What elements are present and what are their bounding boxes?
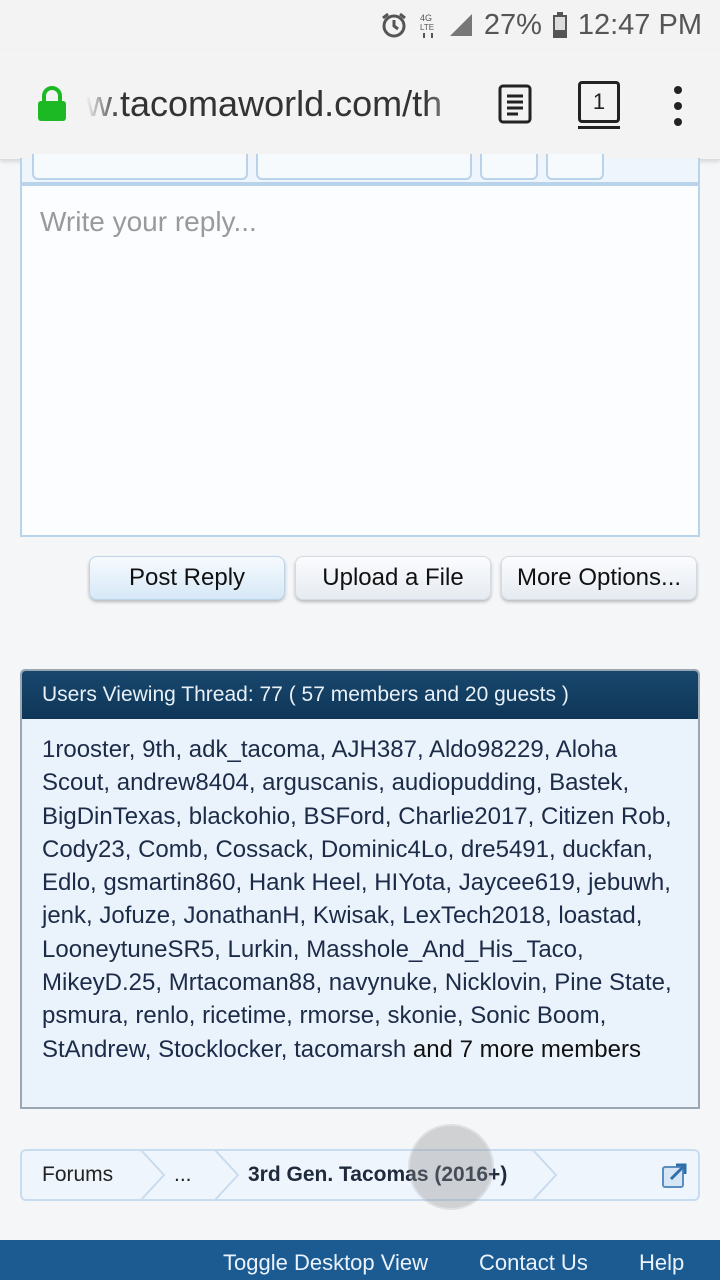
member-link[interactable]: Dominic4Lo xyxy=(321,836,448,863)
toolbar-group-insert[interactable] xyxy=(256,154,472,180)
member-link[interactable]: ricetime xyxy=(202,1002,286,1029)
toolbar-group-media[interactable] xyxy=(480,154,538,180)
jump-to-icon[interactable] xyxy=(662,1162,688,1193)
member-link[interactable]: Citizen Rob xyxy=(541,803,665,830)
status-bar: 4G LTE 27% 12:47 PM xyxy=(0,0,720,50)
toolbar-group-extra[interactable] xyxy=(546,154,604,180)
member-link[interactable]: audiopudding xyxy=(392,769,536,796)
member-link[interactable]: andrew8404 xyxy=(117,769,249,796)
tab-switcher-button[interactable]: 1 xyxy=(578,81,620,129)
reply-editor[interactable]: Write your reply... xyxy=(20,184,700,537)
post-reply-button[interactable]: Post Reply xyxy=(89,556,285,600)
users-viewing-panel: Users Viewing Thread: 77 ( 57 members an… xyxy=(20,669,700,1109)
toggle-desktop-link[interactable]: Toggle Desktop View xyxy=(223,1250,428,1276)
member-link[interactable]: Jaycee619 xyxy=(459,869,575,896)
browser-toolbar: w.tacomaworld.com/th 1 xyxy=(0,50,720,160)
tab-count: 1 xyxy=(592,89,606,114)
toolbar-group-format[interactable] xyxy=(32,154,248,180)
alarm-icon xyxy=(380,11,408,39)
member-link[interactable]: psmura xyxy=(42,1002,122,1029)
member-link[interactable]: Cody23 xyxy=(42,836,125,863)
contact-us-link[interactable]: Contact Us xyxy=(479,1250,588,1276)
reader-mode-icon[interactable] xyxy=(498,84,532,129)
member-link[interactable]: Bastek xyxy=(549,769,622,796)
signal-icon xyxy=(448,12,474,38)
editor-toolbar xyxy=(20,154,700,184)
member-link[interactable]: Cossack xyxy=(215,836,307,863)
upload-file-button[interactable]: Upload a File xyxy=(295,556,491,600)
member-link[interactable]: Hank Heel xyxy=(249,869,361,896)
member-link[interactable]: StAndrew xyxy=(42,1036,145,1063)
users-viewing-title: Users Viewing Thread: 77 ( 57 members an… xyxy=(22,671,698,719)
member-link[interactable]: Comb xyxy=(138,836,202,863)
member-link[interactable]: HIYota xyxy=(374,869,445,896)
member-link[interactable]: LexTech2018 xyxy=(402,902,545,929)
member-link[interactable]: jenk xyxy=(42,902,86,929)
breadcrumb: Forums ... 3rd Gen. Tacomas (2016+) xyxy=(20,1149,700,1201)
member-link[interactable]: BSFord xyxy=(304,803,385,830)
member-link[interactable]: Lurkin xyxy=(227,936,292,963)
member-link[interactable]: Nicklovin xyxy=(445,969,541,996)
breadcrumb-separator xyxy=(140,1151,166,1199)
member-link[interactable]: tacomarsh xyxy=(294,1036,406,1063)
address-bar[interactable]: w.tacomaworld.com/th xyxy=(86,78,474,130)
member-link[interactable]: navynuke xyxy=(329,969,432,996)
member-link[interactable]: jebuwh xyxy=(588,869,664,896)
member-link[interactable]: AJH387 xyxy=(332,736,417,763)
member-link[interactable]: Jofuze xyxy=(99,902,170,929)
battery-percentage: 27% xyxy=(483,8,542,41)
users-viewing-list: 1rooster, 9th, adk_tacoma, AJH387, Aldo9… xyxy=(42,736,672,1063)
member-link[interactable]: adk_tacoma xyxy=(189,736,320,763)
lock-icon xyxy=(36,86,68,127)
battery-icon xyxy=(552,11,568,39)
member-link[interactable]: Aldo98229 xyxy=(429,736,544,763)
member-link[interactable]: Edlo xyxy=(42,869,90,896)
member-link[interactable]: MikeyD.25 xyxy=(42,969,155,996)
breadcrumb-forums[interactable]: Forums xyxy=(42,1151,113,1199)
member-link[interactable]: loastad xyxy=(558,902,635,929)
member-link[interactable]: Stocklocker xyxy=(158,1036,281,1063)
svg-text:4G: 4G xyxy=(420,13,432,23)
member-link[interactable]: Pine State xyxy=(554,969,665,996)
member-link[interactable]: Mrtacoman88 xyxy=(169,969,316,996)
clock-time: 12:47 PM xyxy=(577,8,702,41)
footer-bar: Toggle Desktop View Contact Us Help xyxy=(0,1240,720,1280)
member-link[interactable]: blackohio xyxy=(189,803,290,830)
member-link[interactable]: Kwisak xyxy=(313,902,389,929)
help-link[interactable]: Help xyxy=(639,1250,684,1276)
overflow-menu-icon[interactable] xyxy=(664,86,692,126)
member-link[interactable]: 9th xyxy=(142,736,175,763)
member-link[interactable]: LooneytuneSR5 xyxy=(42,936,214,963)
member-link[interactable]: renlo xyxy=(135,1002,188,1029)
more-members-text: and 7 more members xyxy=(406,1035,641,1063)
member-link[interactable]: gsmartin860 xyxy=(103,869,235,896)
member-link[interactable]: duckfan xyxy=(562,836,646,863)
member-link[interactable]: arguscanis xyxy=(262,769,378,796)
touch-indicator xyxy=(410,1126,492,1208)
member-link[interactable]: skonie xyxy=(387,1002,456,1029)
member-link[interactable]: 1rooster xyxy=(42,736,129,763)
svg-text:LTE: LTE xyxy=(420,23,434,32)
lte-data-icon: 4G LTE xyxy=(418,11,438,39)
member-link[interactable]: Charlie2017 xyxy=(398,803,527,830)
member-link[interactable]: Masshole_And_His_Taco xyxy=(306,936,577,963)
member-link[interactable]: dre5491 xyxy=(461,836,549,863)
member-link[interactable]: rmorse xyxy=(299,1002,374,1029)
member-link[interactable]: BigDinTexas xyxy=(42,803,175,830)
member-link[interactable]: Sonic Boom xyxy=(470,1002,599,1029)
breadcrumb-separator xyxy=(532,1151,558,1199)
breadcrumb-ellipsis[interactable]: ... xyxy=(174,1151,192,1199)
more-options-button[interactable]: More Options... xyxy=(501,556,697,600)
member-link[interactable]: JonathanH xyxy=(183,902,299,929)
reply-placeholder: Write your reply... xyxy=(40,206,257,237)
breadcrumb-separator xyxy=(214,1151,240,1199)
